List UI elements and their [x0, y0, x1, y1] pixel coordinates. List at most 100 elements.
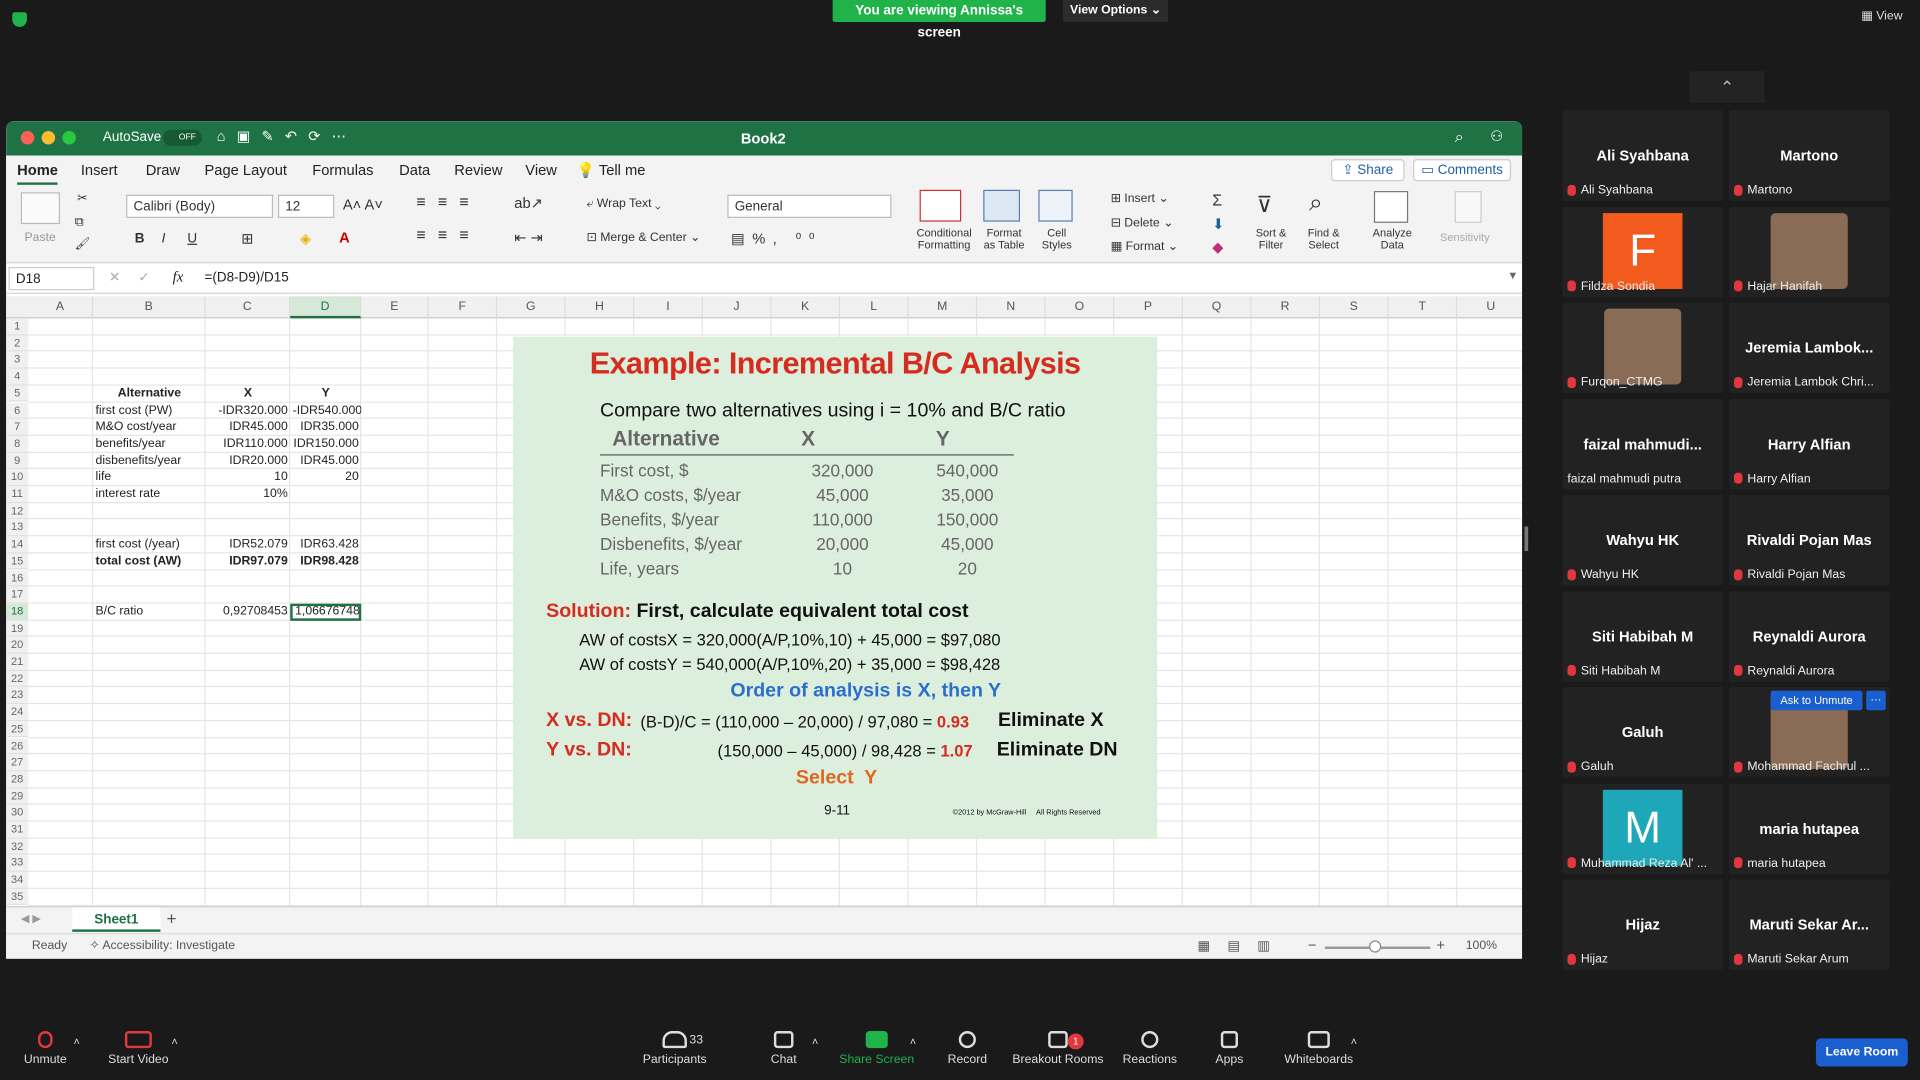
close-window-icon[interactable] [20, 131, 35, 145]
fill-color-icon[interactable]: ◈ [300, 230, 311, 247]
row-header[interactable]: 18 [6, 603, 29, 621]
font-size-select[interactable]: 12 [277, 194, 335, 218]
format-cells-button[interactable]: ▦ Format ⌄ [1111, 240, 1178, 253]
cell-d9[interactable]: IDR45.000 [290, 453, 361, 470]
sheet-nav-arrows-icon[interactable]: ◀ ▶ [21, 912, 41, 925]
row-header[interactable]: 11 [6, 486, 29, 503]
format-as-table-icon[interactable] [983, 189, 1021, 222]
participant-tile[interactable]: Martono Martono [1728, 110, 1890, 201]
row-header[interactable]: 27 [6, 754, 29, 772]
participant-tile[interactable]: Hajar Hanifah [1728, 206, 1890, 297]
conditional-formatting-icon[interactable] [919, 189, 962, 222]
align-left-icons[interactable]: ≡≡≡ [416, 225, 481, 243]
sort-filter-icon[interactable]: ⊽ [1256, 192, 1272, 218]
number-format-select[interactable]: General [727, 194, 892, 218]
row-header[interactable]: 1 [6, 318, 29, 336]
row-header[interactable]: 14 [6, 536, 29, 554]
column-header-t[interactable]: T [1389, 296, 1458, 319]
tab-data[interactable]: Data [399, 162, 430, 179]
cell-c10[interactable]: 10 [206, 469, 290, 486]
underline-icon[interactable]: U [187, 231, 197, 246]
security-shield-icon[interactable] [12, 12, 27, 27]
cell-b11[interactable]: interest rate [93, 486, 206, 503]
participant-tile[interactable]: Reynaldi Aurora Reynaldi Aurora [1728, 590, 1890, 682]
cell-styles-icon[interactable] [1038, 189, 1073, 222]
column-header-b[interactable]: B [93, 296, 206, 319]
column-header-r[interactable]: R [1251, 296, 1321, 319]
row-header[interactable]: 31 [6, 821, 29, 839]
tab-formulas[interactable]: Formulas [312, 162, 373, 179]
cell-b10[interactable]: life [93, 469, 206, 486]
apps-button[interactable]: Apps [1205, 1019, 1254, 1067]
row-header[interactable]: 35 [6, 888, 29, 906]
format-painter-icon[interactable]: 🖌 [75, 238, 91, 251]
cell-d6[interactable]: -IDR540.000 [290, 402, 362, 419]
participant-tile[interactable]: Mohammad Fachrul ... Ask to Unmute ··· [1728, 686, 1890, 778]
formula-input[interactable]: =(D8-D9)/D15 [204, 271, 288, 286]
cell-c14[interactable]: IDR52.079 [206, 536, 290, 553]
font-size-controls-icon[interactable]: A˄ A˅ [343, 196, 383, 213]
row-header[interactable]: 17 [6, 586, 29, 604]
whiteboards-button[interactable]: Whiteboards [1281, 1019, 1357, 1067]
start-video-button[interactable]: Start Video [103, 1019, 174, 1067]
participant-tile[interactable]: Furqon_CTMG [1562, 302, 1723, 394]
row-header[interactable]: 16 [6, 570, 29, 587]
unmute-button[interactable]: Unmute [16, 1019, 75, 1067]
participant-tile[interactable]: Harry Alfian Harry Alfian [1728, 398, 1890, 490]
column-header-i[interactable]: I [634, 296, 703, 319]
column-header-e[interactable]: E [361, 296, 429, 319]
row-header[interactable]: 12 [6, 502, 29, 520]
cell-b6[interactable]: first cost (PW) [93, 402, 206, 419]
insert-cells-button[interactable]: ⊞ Insert ⌄ [1111, 192, 1169, 205]
expand-formula-icon[interactable]: ▼ [1507, 269, 1518, 281]
cell-c7[interactable]: IDR45.000 [206, 419, 290, 436]
cell-c5[interactable]: X [206, 385, 290, 402]
tell-me-search[interactable]: 💡 Tell me [577, 162, 646, 179]
autosum-icon[interactable]: Σ [1212, 191, 1222, 209]
sheet-tab-sheet1[interactable]: Sheet1 [72, 907, 161, 932]
column-header-l[interactable]: L [840, 296, 909, 319]
share-button[interactable]: ⇪ Share [1331, 159, 1405, 182]
column-header-n[interactable]: N [977, 296, 1046, 319]
row-header[interactable]: 4 [6, 368, 29, 386]
row-header[interactable]: 3 [6, 351, 29, 369]
tab-view[interactable]: View [525, 162, 557, 179]
row-header[interactable]: 24 [6, 704, 29, 721]
row-header[interactable]: 21 [6, 653, 29, 671]
cell-c15[interactable]: IDR97.079 [206, 553, 290, 570]
cell-b5[interactable]: Alternative [93, 385, 206, 402]
indent-icons[interactable]: ⇤ ⇥ [514, 229, 543, 246]
participant-tile[interactable]: Siti Habibah M Siti Habibah M [1562, 590, 1723, 682]
zoom-in-icon[interactable]: + [1436, 937, 1445, 954]
ask-to-unmute-button[interactable]: Ask to Unmute [1770, 690, 1863, 711]
column-header-f[interactable]: F [429, 296, 498, 319]
row-header[interactable]: 33 [6, 855, 29, 872]
zoom-out-icon[interactable]: − [1308, 937, 1317, 954]
record-button[interactable]: Record [943, 1019, 992, 1067]
audio-options-chevron-icon[interactable]: ˄ [73, 1036, 79, 1048]
whiteboard-options-chevron-icon[interactable]: ˄ [1351, 1036, 1357, 1048]
column-header-o[interactable]: O [1046, 296, 1115, 319]
more-options-icon[interactable]: ··· [1866, 690, 1886, 711]
tab-insert[interactable]: Insert [81, 162, 118, 179]
orientation-icon[interactable]: ab↗ [514, 195, 543, 212]
borders-icon[interactable]: ⊞ [241, 230, 253, 247]
row-header[interactable]: 22 [6, 670, 29, 688]
share-people-icon[interactable]: ⚇ [1490, 127, 1503, 144]
number-format-icons[interactable]: ▤%, ⁰⁰ [731, 230, 822, 247]
participant-tile[interactable]: Hijaz Hijaz [1562, 879, 1723, 970]
column-header-q[interactable]: Q [1183, 296, 1252, 319]
row-header[interactable]: 13 [6, 519, 29, 537]
quick-access-icons[interactable]: ⌂▣✎↶⟳⋯ [217, 127, 358, 144]
cell-b9[interactable]: disbenefits/year [93, 453, 206, 470]
search-icon[interactable]: ⌕ [1455, 127, 1464, 147]
share-screen-button[interactable]: Share Screen [838, 1019, 916, 1067]
chat-button[interactable]: Chat [759, 1019, 808, 1067]
bold-icon[interactable]: B [135, 231, 145, 246]
row-header[interactable]: 8 [6, 435, 29, 453]
row-header[interactable]: 7 [6, 419, 29, 436]
participant-tile[interactable]: F Fildza Sondia [1562, 206, 1723, 297]
column-header-p[interactable]: P [1114, 296, 1183, 319]
row-header[interactable]: 34 [6, 871, 29, 889]
column-header-k[interactable]: K [771, 296, 841, 319]
